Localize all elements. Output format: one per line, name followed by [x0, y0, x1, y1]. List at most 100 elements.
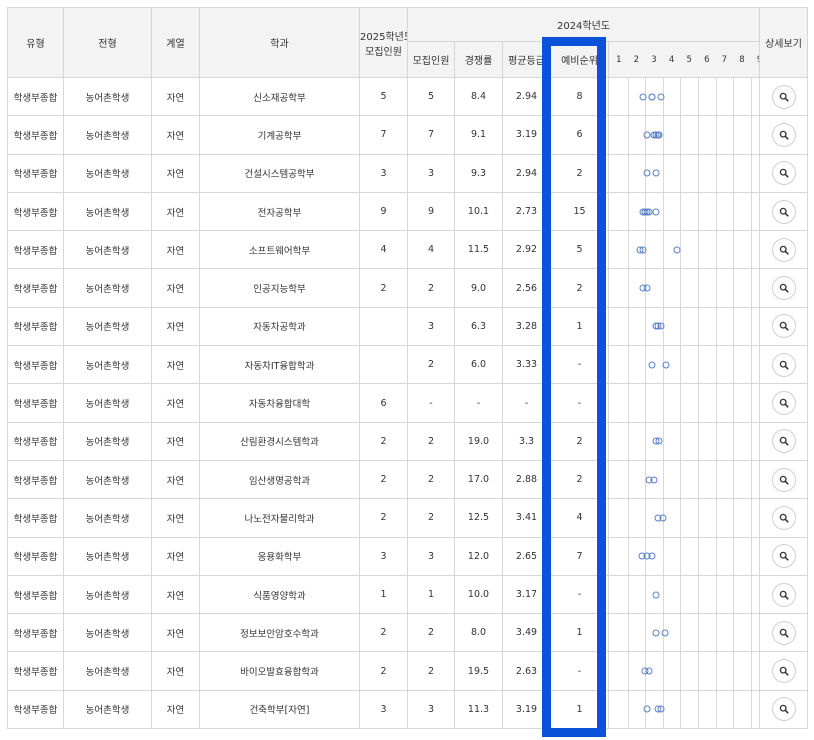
- grade-gridline: [750, 538, 752, 575]
- row-quota: 7: [407, 115, 455, 155]
- grade-distribution-plot: [608, 383, 760, 423]
- grade-gridline: [750, 652, 752, 690]
- grade-gridline: [733, 116, 735, 154]
- grade-dot: [648, 361, 656, 369]
- grade-gridline: [715, 231, 717, 268]
- row-quota-2025: 7: [359, 115, 408, 155]
- row-quota: 2: [407, 613, 455, 653]
- row-detail-cell: [759, 536, 808, 576]
- row-gyeyeol: 자연: [151, 689, 200, 730]
- row-department: 신소재공학부: [199, 76, 360, 117]
- row-jeonhyeong: 농어촌학생: [63, 536, 152, 576]
- row-quota: 5: [407, 76, 455, 117]
- detail-button[interactable]: [771, 391, 796, 416]
- grade-gridline: [698, 155, 699, 192]
- grade-scale-header: 12345 678 9: [608, 41, 760, 78]
- detail-button[interactable]: [771, 237, 796, 262]
- row-jeonhyeong: 농어촌학생: [63, 230, 152, 270]
- detail-button[interactable]: [771, 429, 796, 454]
- row-waitlist: 2: [550, 268, 609, 308]
- header-ratio: 경쟁률: [454, 41, 503, 78]
- header-detail: 상세보기: [759, 7, 808, 78]
- row-quota: 2: [407, 651, 455, 691]
- row-detail-cell: [759, 613, 808, 653]
- row-ratio: 8.0: [454, 613, 503, 653]
- grade-gridline: [627, 423, 629, 460]
- row-avg-grade: 3.17: [502, 574, 551, 615]
- row-type: 학생부종합: [7, 230, 64, 270]
- row-quota-2025: 3: [359, 153, 408, 193]
- row-avg-grade: 3.19: [502, 115, 551, 155]
- row-ratio: 12.0: [454, 536, 503, 576]
- detail-button[interactable]: [771, 697, 796, 722]
- row-quota-2025: 5: [359, 76, 408, 117]
- row-gyeyeol: 자연: [151, 613, 200, 653]
- row-jeonhyeong: 농어촌학생: [63, 651, 152, 691]
- grade-gridline: [750, 308, 752, 345]
- detail-button[interactable]: [771, 352, 796, 377]
- detail-button[interactable]: [771, 620, 796, 645]
- row-avg-grade: 2.73: [502, 191, 551, 232]
- detail-button[interactable]: [771, 276, 796, 301]
- row-detail-cell: [759, 76, 808, 117]
- grade-dot: [645, 667, 653, 675]
- row-waitlist: 2: [550, 459, 609, 500]
- grade-gridline: [680, 576, 682, 613]
- header-avg-grade: 평균등급: [502, 41, 551, 78]
- row-department: 식품영양학과: [199, 574, 360, 615]
- row-gyeyeol: 자연: [151, 115, 200, 155]
- detail-button[interactable]: [771, 314, 796, 339]
- grade-dot: [652, 169, 660, 177]
- detail-button[interactable]: [771, 161, 796, 186]
- row-quota: 9: [407, 191, 455, 232]
- row-quota-2025: 6: [359, 383, 408, 423]
- grade-gridline: [627, 614, 629, 651]
- row-detail-cell: [759, 459, 808, 500]
- detail-button[interactable]: [771, 467, 796, 492]
- row-avg-grade: 2.94: [502, 76, 551, 117]
- detail-button[interactable]: [771, 84, 796, 109]
- grade-gridline: [698, 423, 699, 460]
- row-type: 학생부종합: [7, 689, 64, 730]
- row-gyeyeol: 자연: [151, 383, 200, 423]
- grade-gridline: [733, 193, 735, 230]
- detail-button[interactable]: [771, 582, 796, 607]
- detail-button[interactable]: [771, 659, 796, 684]
- grade-gridline: [627, 576, 629, 613]
- header-quota-2025: 2025학년도 모집인원: [359, 7, 408, 78]
- table-row: 학생부종합 농어촌학생 자연 바이오발효융합학과 2 2 19.5 2.63-: [7, 651, 808, 691]
- detail-button[interactable]: [771, 122, 796, 147]
- grade-gridline: [645, 308, 647, 345]
- row-department: 자동차융합대학: [199, 383, 360, 423]
- row-department: 소프트웨어학부: [199, 230, 360, 270]
- row-type: 학생부종합: [7, 268, 64, 308]
- grade-gridline: [698, 346, 699, 383]
- grade-gridline: [698, 691, 699, 728]
- grade-gridline: [715, 652, 717, 690]
- detail-button[interactable]: [771, 199, 796, 224]
- row-waitlist: 15: [550, 191, 609, 232]
- detail-button[interactable]: [771, 505, 796, 530]
- row-type: 학생부종합: [7, 306, 64, 347]
- table-row: 학생부종합 농어촌학생 자연 건설시스템공학부 3 3 9.3 2.94 2: [7, 153, 808, 193]
- row-jeonhyeong: 농어촌학생: [63, 613, 152, 653]
- row-gyeyeol: 자연: [151, 191, 200, 232]
- grade-gridline: [715, 614, 717, 651]
- detail-button[interactable]: [771, 544, 796, 569]
- row-quota-2025: [359, 306, 408, 347]
- row-gyeyeol: 자연: [151, 498, 200, 538]
- grade-gridline: [698, 308, 699, 345]
- grade-scale-label: 2: [633, 54, 640, 65]
- table-row: 학생부종합 농어촌학생 자연 소프트웨어학부 4 4 11.5 2.92 5: [7, 230, 808, 270]
- row-waitlist: 8: [550, 76, 609, 117]
- grade-gridline: [680, 691, 682, 728]
- search-icon: [779, 437, 789, 446]
- grade-gridline: [627, 652, 629, 690]
- row-department: 자동차IT융합학과: [199, 345, 360, 385]
- grade-gridline: [698, 652, 699, 690]
- row-gyeyeol: 자연: [151, 651, 200, 691]
- grade-gridline: [680, 538, 682, 575]
- header-quota-2025-line1: 2025학년도: [360, 31, 407, 43]
- grade-gridline: [750, 576, 752, 613]
- row-gyeyeol: 자연: [151, 459, 200, 500]
